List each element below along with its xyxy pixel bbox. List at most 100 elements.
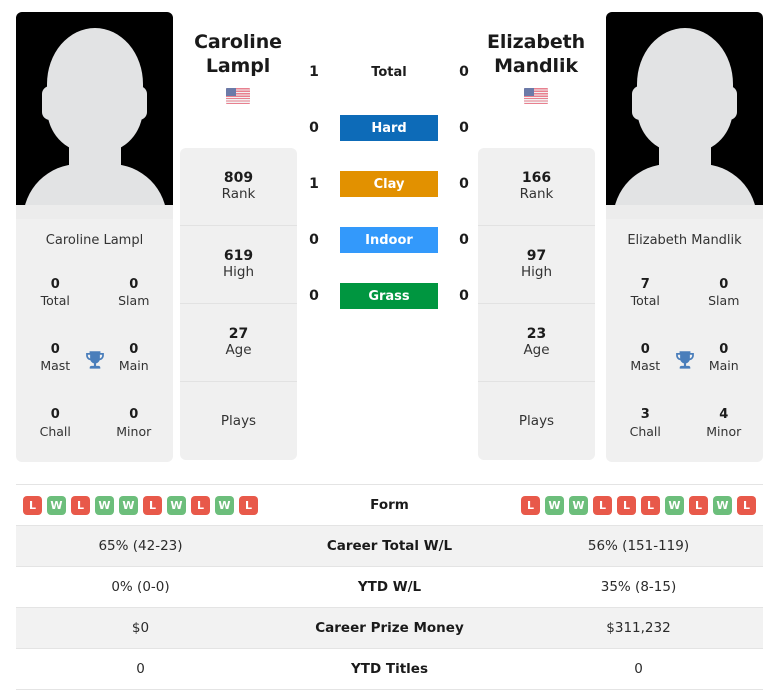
table-row: 0 YTD Titles 0 [16,649,763,690]
row-label: Career Total W/L [326,538,453,554]
title-value: 0 [640,341,650,357]
title-label: Main [708,358,739,374]
row-label: YTD W/L [357,579,422,595]
title-label: Total [630,292,660,308]
title-label: Mast [630,358,661,374]
silhouette-ear-right-icon [131,86,147,120]
form-strip-right: LWWLLLWLWL [514,495,763,515]
form-badge-l: L [593,495,612,515]
player-first-name-left: Caroline [194,31,282,53]
title-value: 7 [640,276,650,292]
title-cell: 0 Total [16,260,95,325]
player-first-name-right: Elizabeth [486,31,586,53]
player-card-left[interactable]: Caroline Lampl 0 Total 0 Slam 0 Mast 0 M… [16,12,173,462]
form-badge-l: L [191,495,210,515]
title-cell: 0 Chall [16,391,95,456]
h2h-score-right: 0 [459,176,469,192]
h2h-score-left: 0 [309,120,319,136]
form-badge-l: L [23,495,42,515]
title-cell: 0 Slam [95,260,174,325]
stat-value: 809 [223,170,254,187]
h2h-row-hard: 0 Hard 0 [303,114,475,142]
row-label: Form [370,497,409,513]
title-value: 0 [50,341,60,357]
value-right: $311,232 [606,620,671,636]
value-left: 0% (0-0) [111,579,170,595]
title-label: Total [40,292,70,308]
form-badge-w: W [569,495,588,515]
titles-grid-left: 0 Total 0 Slam 0 Mast 0 Main 0 Chall 0 M… [16,260,173,462]
table-row: 65% (42-23) Career Total W/L 56% (151-11… [16,526,763,567]
form-badge-l: L [737,495,756,515]
title-label: Main [118,358,149,374]
form-badge-w: W [545,495,564,515]
value-right: 0 [634,661,643,677]
form-badge-l: L [239,495,258,515]
stat-card-right: 166 Rank 97 High 23 Age Plays [478,148,595,460]
h2h-surface-hard[interactable]: Hard [340,115,438,141]
flag-canton [524,87,534,97]
title-cell: 3 Chall [606,391,685,456]
form-badge-l: L [617,495,636,515]
silhouette-head-icon [636,28,733,152]
stat-label: High [222,264,255,281]
head-to-head-panel: 1 Total 0 0 Hard 0 1 Clay 0 0 Indoor 0 0… [303,58,475,310]
title-label: Slam [118,292,150,308]
title-value: 0 [719,341,729,357]
stat-card-left: 809 Rank 619 High 27 Age Plays [180,148,297,460]
value-right: 35% (8-15) [600,579,677,595]
player-photo-left [16,12,173,219]
title-label: Minor [116,423,152,439]
stat-row: 97 High [478,226,595,304]
h2h-surface-grass[interactable]: Grass [340,283,438,309]
value-left: 0 [136,661,145,677]
h2h-row-total: 1 Total 0 [303,58,475,86]
row-label: Career Prize Money [315,620,464,636]
stat-label: Age [523,342,550,359]
form-badge-w: W [47,495,66,515]
title-value: 0 [129,341,139,357]
title-cell: 7 Total [606,260,685,325]
player-heading-left[interactable]: Caroline Lampl [178,30,298,108]
us-flag-icon [226,87,250,104]
h2h-surface-indoor[interactable]: Indoor [340,227,438,253]
table-row: $0 Career Prize Money $311,232 [16,608,763,649]
stat-value: 27 [228,326,249,343]
h2h-row-indoor: 0 Indoor 0 [303,226,475,254]
value-left: 65% (42-23) [98,538,183,554]
h2h-surface-clay[interactable]: Clay [340,171,438,197]
form-badge-w: W [665,495,684,515]
player-last-name-left: Lampl [205,55,271,78]
silhouette-ear-right-icon [721,86,737,120]
stat-row: 619 High [180,226,297,304]
stat-row: Plays [180,382,297,460]
h2h-surface-label: Total [371,64,407,80]
trophy-icon [85,351,104,369]
player-name-left: Caroline Lampl [45,233,144,248]
photo-bottom-strip [16,205,173,219]
title-cell: 0 Slam [685,260,764,325]
title-value: 3 [640,407,650,423]
player-card-right[interactable]: Elizabeth Mandlik 7 Total 0 Slam 0 Mast … [606,12,763,462]
table-row: 0% (0-0) YTD W/L 35% (8-15) [16,567,763,608]
title-value: 0 [129,276,139,292]
value-left: $0 [131,620,150,636]
silhouette-head-icon [46,28,143,152]
title-label: Mast [40,358,71,374]
form-badge-l: L [689,495,708,515]
form-badge-l: L [521,495,540,515]
form-badge-l: L [143,495,162,515]
silhouette-ear-left-icon [632,86,648,120]
h2h-score-right: 0 [459,120,469,136]
player-heading-right[interactable]: Elizabeth Mandlik [476,30,596,108]
stat-value: 166 [521,170,552,187]
stat-value: 23 [526,326,547,343]
h2h-row-grass: 0 Grass 0 [303,282,475,310]
form-badge-w: W [215,495,234,515]
us-flag-icon [524,87,548,104]
title-label: Minor [706,423,742,439]
form-strip-left: LWLWWLWLWL [16,495,265,515]
stat-value: 619 [223,248,254,265]
title-value: 0 [50,276,60,292]
table-row-form: LWLWWLWLWL Form LWWLLLWLWL [16,485,763,526]
